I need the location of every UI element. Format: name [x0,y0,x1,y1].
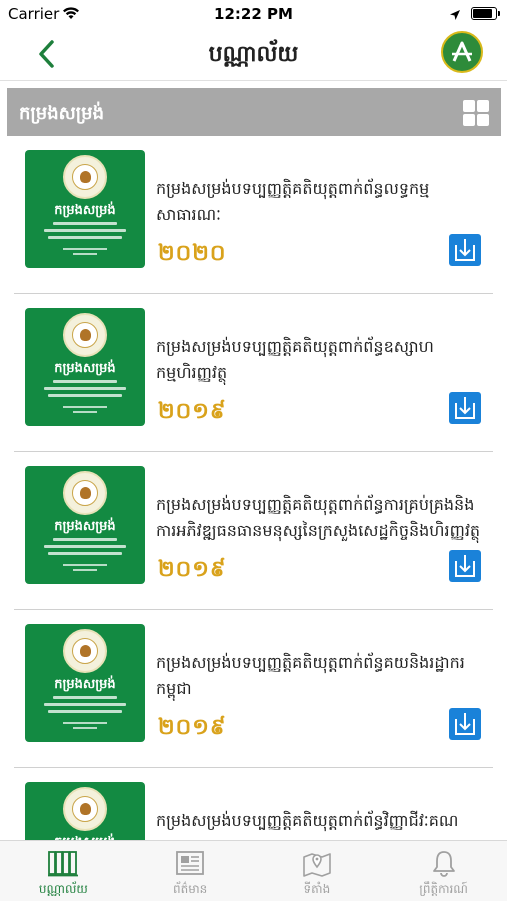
book-title[interactable]: កម្រងសម្រង់បទប្បញ្ញត្តិគតិយុត្តពាក់ព័ន្ធ… [156,808,487,834]
cover-footer-lines [61,722,109,732]
cover-label: កម្រងសម្រង់ [54,361,116,376]
back-button[interactable] [32,38,64,70]
tab-location-label: ទីតាំង [303,882,331,896]
download-button[interactable] [449,550,481,582]
cover-label: កម្រងសម្រង់ [54,203,116,218]
book-cover[interactable]: កម្រងសម្រង់ [25,150,145,268]
cover-footer-lines [61,248,109,258]
page-title: បណ្ណាល័យ [208,42,299,67]
book-list[interactable]: កម្រងសម្រង់ កម្រងសម្រង់បទប្បញ្ញត្តិគតិយុត… [0,136,507,840]
cover-subtitle-lines [39,696,131,717]
grid-view-icon[interactable] [463,100,489,126]
book-title[interactable]: កម្រងសម្រង់បទប្បញ្ញត្តិគតិយុត្តពាក់ព័ន្ធ… [156,650,487,702]
download-icon [455,713,475,735]
book-title[interactable]: កម្រងសម្រង់បទប្បញ្ញត្តិគតិយុត្តពាក់ព័ន្ធ… [156,334,487,386]
book-item[interactable]: កម្រងសម្រង់ កម្រងសម្រង់បទប្បញ្ញត្តិគតិយុត… [0,610,507,768]
book-cover[interactable]: កម្រងសម្រង់ [25,624,145,742]
cover-footer-lines [61,564,109,574]
book-year: ២០១៩ [158,399,227,424]
tab-events[interactable]: ព្រឹត្តិការណ៍ [380,841,507,901]
tab-library-label: បណ្ណាល័យ [38,882,88,896]
status-time: 12:22 PM [214,5,293,23]
app-logo-icon [452,41,472,62]
cover-label: កម្រងសម្រង់ [54,677,116,692]
book-year: ២០២០ [158,241,227,266]
book-item[interactable]: កម្រងសម្រង់ កម្រងសម្រង់បទប្បញ្ញត្តិគតិយុត… [0,768,507,840]
book-cover[interactable]: កម្រងសម្រង់ [25,308,145,426]
download-button[interactable] [449,234,481,266]
book-year: ២០១៩ [158,557,227,582]
tab-events-label: ព្រឹត្តិការណ៍ [419,882,468,896]
tab-news-label: ព័ត៌មាន [172,882,208,896]
bell-icon [432,851,455,877]
emblem-icon [63,787,107,831]
emblem-icon [63,471,107,515]
cover-label: កម្រងសម្រង់ [54,519,116,534]
cover-subtitle-lines [39,222,131,243]
book-item[interactable]: កម្រងសម្រង់ កម្រងសម្រង់បទប្បញ្ញត្តិគតិយុត… [0,294,507,452]
nav-bar: បណ្ណាល័យ [0,28,507,81]
cover-subtitle-lines [39,380,131,401]
emblem-icon [63,155,107,199]
cover-subtitle-lines [39,538,131,559]
book-title[interactable]: កម្រងសម្រង់បទប្បញ្ញត្តិគតិយុត្តពាក់ព័ន្ធ… [156,492,487,544]
emblem-icon [63,629,107,673]
download-button[interactable] [449,392,481,424]
location-arrow-icon [449,6,461,25]
book-cover[interactable]: កម្រងសម្រង់ [25,466,145,584]
download-icon [455,239,475,261]
tab-bar: បណ្ណាល័យ ព័ត៌មាន ទីតាំង ព្រឹត្តិការណ៍ [0,840,507,901]
chevron-left-icon [39,40,54,68]
map-pin-icon [303,853,331,877]
book-cover[interactable]: កម្រងសម្រង់ [25,782,145,840]
news-icon [176,851,205,875]
book-item[interactable]: កម្រងសម្រង់ កម្រងសម្រង់បទប្បញ្ញត្តិគតិយុត… [0,452,507,610]
download-button[interactable] [449,708,481,740]
cover-footer-lines [61,406,109,416]
section-header: កម្រងសម្រង់ [7,88,501,136]
book-title[interactable]: កម្រងសម្រង់បទប្បញ្ញត្តិគតិយុត្តពាក់ព័ន្ធ… [156,176,487,228]
status-bar: Carrier 12:22 PM [0,0,507,28]
library-icon [48,851,79,877]
tab-library[interactable]: បណ្ណាល័យ [0,841,127,901]
tab-news[interactable]: ព័ត៌មាន [127,841,254,901]
book-item[interactable]: កម្រងសម្រង់ កម្រងសម្រង់បទប្បញ្ញត្តិគតិយុត… [0,136,507,294]
app-logo-button[interactable] [441,31,483,73]
section-title: កម្រងសម្រង់ [19,103,104,124]
book-year: ២០១៩ [158,715,227,740]
download-icon [455,397,475,419]
emblem-icon [63,313,107,357]
download-icon [455,555,475,577]
tab-location[interactable]: ទីតាំង [254,841,381,901]
battery-icon [471,7,500,20]
